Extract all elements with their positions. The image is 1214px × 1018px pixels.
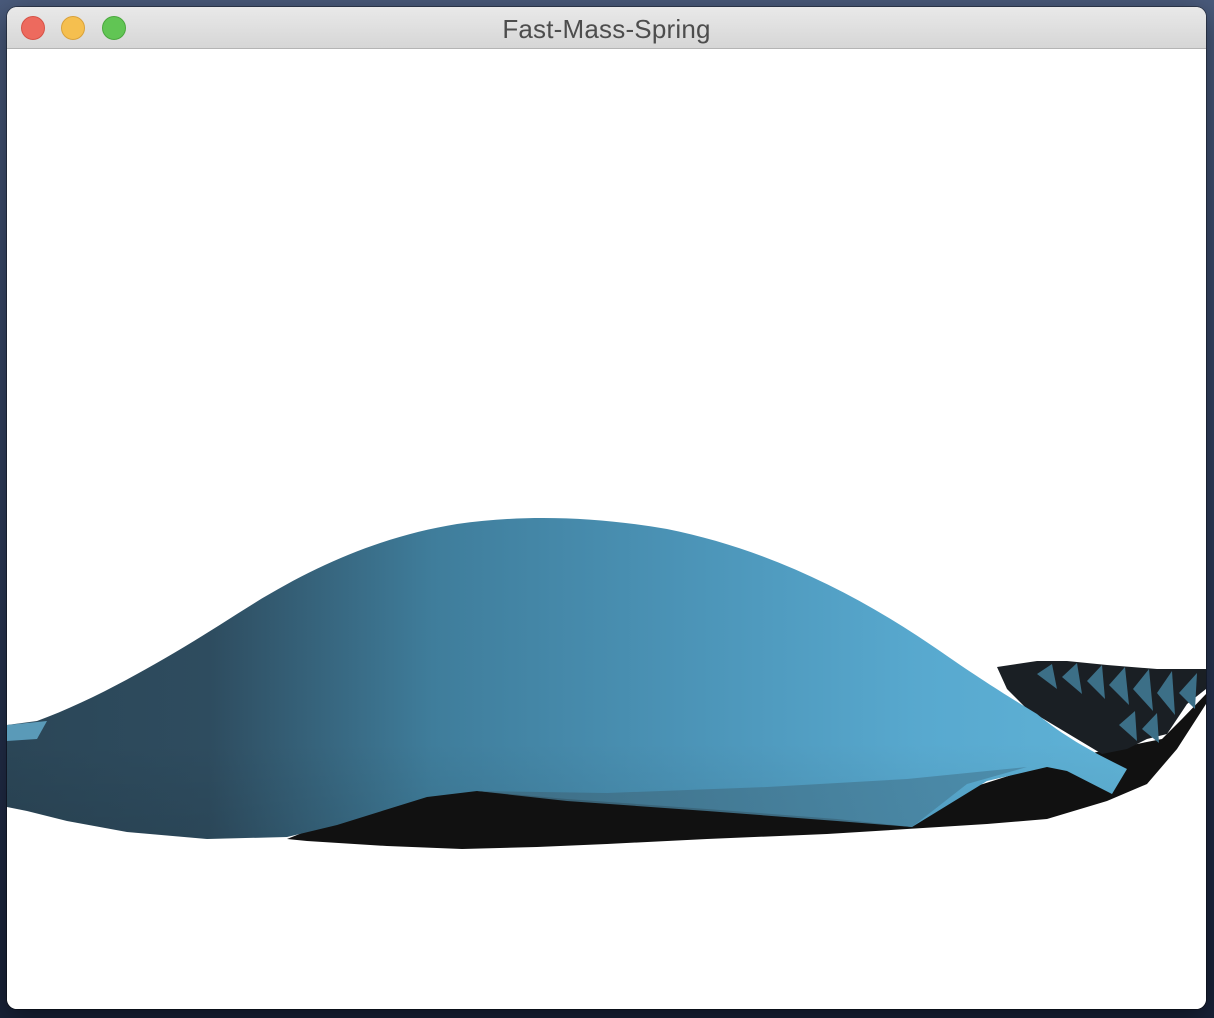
app-window: Fast-Mass-Spring [7,7,1206,1009]
title-bar[interactable]: Fast-Mass-Spring [7,7,1206,49]
render-viewport[interactable] [7,49,1206,1009]
window-title: Fast-Mass-Spring [502,14,711,44]
cloth-simulation-render [7,517,1206,849]
desktop-background: Fast-Mass-Spring [0,0,1214,1018]
